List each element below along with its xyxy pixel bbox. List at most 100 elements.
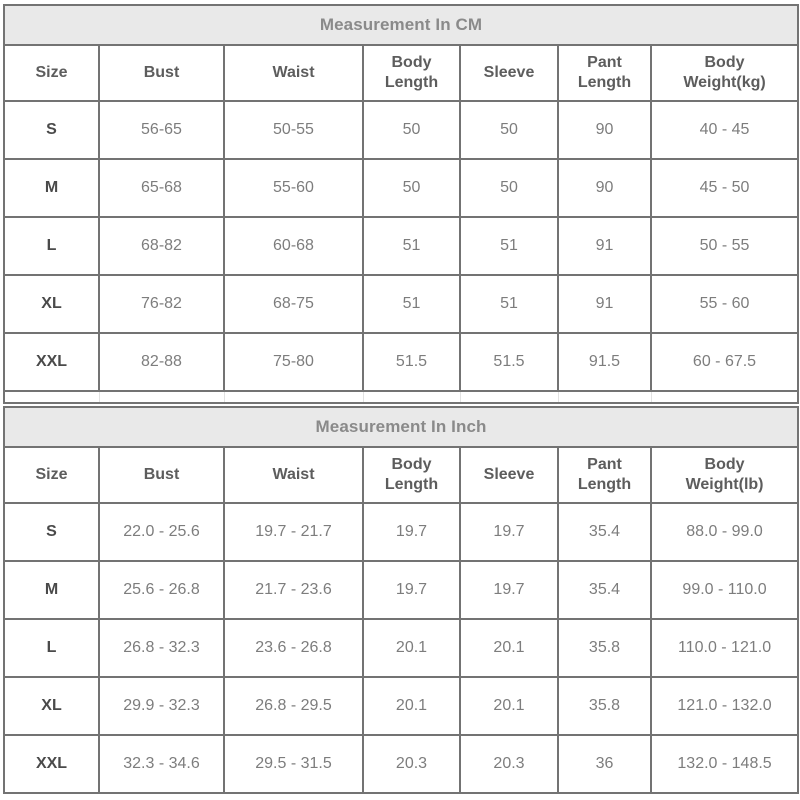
spacer-cell <box>459 390 559 404</box>
cell-size: XXL <box>3 332 100 392</box>
cell-body-weight: 99.0 - 110.0 <box>649 560 800 620</box>
table-title-inch: Measurement In Inch <box>2 406 800 448</box>
cell-body-length: 20.3 <box>362 734 461 794</box>
cell-sleeve: 51.5 <box>459 332 559 392</box>
table-row: XXL 32.3 - 34.6 29.5 - 31.5 20.3 20.3 36… <box>3 734 800 794</box>
cell-sleeve: 51 <box>459 216 559 276</box>
table-row: M 65-68 55-60 50 50 90 45 - 50 <box>3 158 800 218</box>
cell-pant-length: 35.8 <box>557 676 652 736</box>
cell-pant-length: 90 <box>557 158 652 218</box>
cell-body-length: 51.5 <box>362 332 461 392</box>
table-spacer-row <box>3 390 800 404</box>
cell-waist: 19.7 - 21.7 <box>223 502 364 562</box>
cell-size: XL <box>3 274 100 334</box>
cell-sleeve: 20.3 <box>459 734 559 794</box>
table-row: XL 29.9 - 32.3 26.8 - 29.5 20.1 20.1 35.… <box>3 676 800 736</box>
cell-body-length: 20.1 <box>362 676 461 736</box>
cell-body-length: 50 <box>362 100 461 160</box>
table-header-row: Size Bust Waist Body Length Sleeve Pant <box>3 446 800 504</box>
cell-body-weight: 40 - 45 <box>649 100 800 160</box>
cell-body-length: 19.7 <box>362 560 461 620</box>
column-header-pant-length-line2: Length <box>577 476 632 493</box>
cell-pant-length: 91 <box>557 216 652 276</box>
spacer-cell <box>98 390 225 404</box>
cell-pant-length: 35.8 <box>557 618 652 678</box>
cell-body-weight: 110.0 - 121.0 <box>649 618 800 678</box>
cell-bust: 56-65 <box>98 100 225 160</box>
cell-body-length: 51 <box>362 216 461 276</box>
column-header-pant-length-line1: Pant <box>587 54 622 71</box>
cell-pant-length: 36 <box>557 734 652 794</box>
cell-pant-length: 90 <box>557 100 652 160</box>
cell-pant-length: 91 <box>557 274 652 334</box>
cell-body-weight: 55 - 60 <box>649 274 800 334</box>
cell-body-weight: 121.0 - 132.0 <box>649 676 800 736</box>
cell-body-weight: 132.0 - 148.5 <box>649 734 800 794</box>
cell-bust: 65-68 <box>98 158 225 218</box>
cell-body-weight: 45 - 50 <box>649 158 800 218</box>
cell-body-weight: 60 - 67.5 <box>649 332 800 392</box>
cell-bust: 76-82 <box>98 274 225 334</box>
cell-body-weight: 50 - 55 <box>649 216 800 276</box>
table-title-row: Measurement In Inch <box>2 406 800 448</box>
cell-bust: 68-82 <box>98 216 225 276</box>
cell-waist: 29.5 - 31.5 <box>223 734 364 794</box>
table-title-cm: Measurement In CM <box>2 4 800 46</box>
column-header-sleeve-line1: Sleeve <box>483 466 535 483</box>
cell-body-length: 20.1 <box>362 618 461 678</box>
column-header-waist-line1: Waist <box>272 466 315 483</box>
cell-size: M <box>3 560 100 620</box>
cell-pant-length: 35.4 <box>557 560 652 620</box>
column-header-waist-line1: Waist <box>272 64 315 81</box>
cell-sleeve: 20.1 <box>459 618 559 678</box>
cell-body-weight: 88.0 - 99.0 <box>649 502 800 562</box>
table-row: L 68-82 60-68 51 51 91 50 - 55 <box>3 216 800 276</box>
table-row: XXL 82-88 75-80 51.5 51.5 91.5 60 - 67.5 <box>3 332 800 392</box>
column-header-body-weight-line1: Body <box>704 456 745 473</box>
cell-waist: 55-60 <box>223 158 364 218</box>
spacer-cell <box>362 390 461 404</box>
cell-pant-length: 35.4 <box>557 502 652 562</box>
measurement-table-inch: Measurement In Inch Size Bust Waist Body… <box>2 406 800 794</box>
cell-sleeve: 19.7 <box>459 560 559 620</box>
cell-pant-length: 91.5 <box>557 332 652 392</box>
column-header-sleeve: Sleeve <box>459 44 559 102</box>
cell-waist: 75-80 <box>223 332 364 392</box>
cell-size: S <box>3 100 100 160</box>
column-header-sleeve: Sleeve <box>459 446 559 504</box>
cell-sleeve: 50 <box>459 100 559 160</box>
cell-body-length: 19.7 <box>362 502 461 562</box>
column-header-bust: Bust <box>98 44 225 102</box>
column-header-size: Size <box>3 446 100 504</box>
column-header-size-line1: Size <box>35 64 68 81</box>
cell-sleeve: 19.7 <box>459 502 559 562</box>
cell-size: L <box>3 618 100 678</box>
column-header-pant-length-line1: Pant <box>587 456 622 473</box>
size-chart-sheet: Measurement In CM Size Bust Waist Body L… <box>0 0 800 800</box>
column-header-body-weight: Body Weight(lb) <box>649 446 800 504</box>
table-row: S 56-65 50-55 50 50 90 40 - 45 <box>3 100 800 160</box>
cell-bust: 82-88 <box>98 332 225 392</box>
cell-body-length: 51 <box>362 274 461 334</box>
cell-bust: 32.3 - 34.6 <box>98 734 225 794</box>
table-row: S 22.0 - 25.6 19.7 - 21.7 19.7 19.7 35.4… <box>3 502 800 562</box>
column-header-body-length-line2: Length <box>384 476 439 493</box>
column-header-waist: Waist <box>223 44 364 102</box>
cell-sleeve: 20.1 <box>459 676 559 736</box>
column-header-size-line1: Size <box>35 466 68 483</box>
table-row: XL 76-82 68-75 51 51 91 55 - 60 <box>3 274 800 334</box>
column-header-waist: Waist <box>223 446 364 504</box>
spacer-cell <box>650 390 800 404</box>
spacer-cell <box>3 390 100 404</box>
table-title-row: Measurement In CM <box>2 4 800 46</box>
column-header-body-length: Body Length <box>362 446 461 504</box>
column-header-body-length: Body Length <box>362 44 461 102</box>
column-header-body-weight-line1: Body <box>704 54 745 71</box>
cell-waist: 23.6 - 26.8 <box>223 618 364 678</box>
cell-waist: 26.8 - 29.5 <box>223 676 364 736</box>
table-row: M 25.6 - 26.8 21.7 - 23.6 19.7 19.7 35.4… <box>3 560 800 620</box>
cell-sleeve: 51 <box>459 274 559 334</box>
spacer-cell <box>557 390 652 404</box>
column-header-pant-length: Pant Length <box>557 446 652 504</box>
column-header-pant-length: Pant Length <box>557 44 652 102</box>
